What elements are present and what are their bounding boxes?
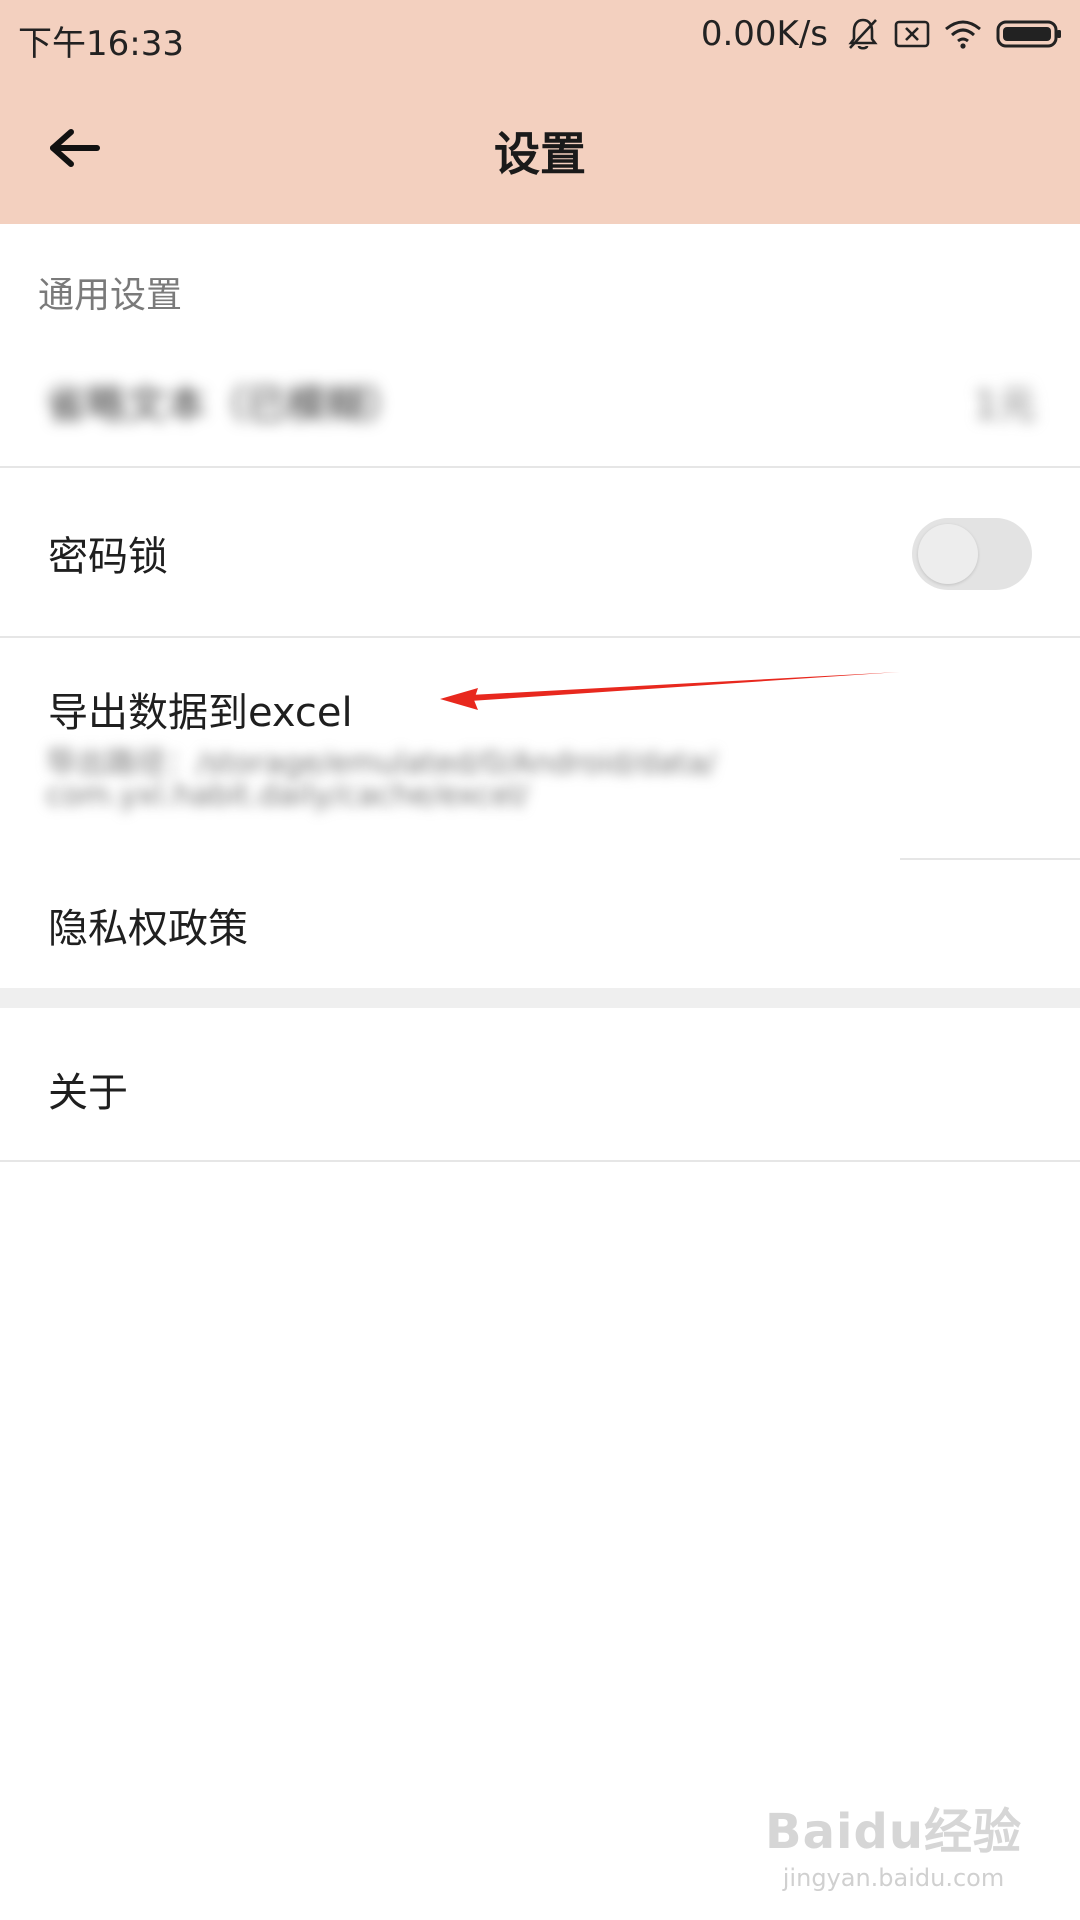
wifi-icon (944, 19, 982, 49)
watermark: Baidu经验 jingyan.baidu.com (765, 1792, 1022, 1892)
app-bar: 设置 (0, 90, 1080, 210)
sim-x-icon (894, 19, 930, 49)
about-label: 关于 (48, 1070, 128, 1116)
status-icons: 0.00K/s (701, 14, 1062, 54)
privacy-label: 隐私权政策 (48, 906, 248, 952)
settings-row-about[interactable]: 关于 (0, 1008, 1080, 1160)
blurred-setting-label: 省略文本（已模糊） (46, 382, 406, 428)
export-path-line2: com.yxl.habit.daily/cache/excel/ (46, 778, 529, 813)
status-bar: 下午16:33 0.00K/s (0, 0, 1080, 74)
settings-row-privacy[interactable]: 隐私权政策 (0, 860, 1080, 988)
export-excel-label: 导出数据到excel (48, 690, 353, 736)
settings-row-export-excel[interactable]: 导出数据到excel 导出路径：/storage/emulated/0/Andr… (0, 638, 1080, 858)
blurred-setting-value: 1元 (973, 383, 1036, 427)
password-lock-label: 密码锁 (48, 534, 168, 580)
divider (0, 1160, 1080, 1162)
watermark-logo: Baidu经验 (765, 1804, 1022, 1860)
network-speed: 0.00K/s (700, 14, 828, 54)
header: 下午16:33 0.00K/s 设置 (0, 0, 1080, 224)
section-separator (0, 988, 1080, 1008)
export-path-line1: 导出路径：/storage/emulated/0/Android/data/ (46, 746, 716, 781)
bell-off-icon (846, 16, 880, 52)
watermark-url: jingyan.baidu.com (782, 1864, 1005, 1892)
status-time: 下午16:33 (18, 24, 184, 64)
settings-row-password-lock[interactable]: 密码锁 (0, 468, 1080, 636)
password-lock-toggle[interactable] (912, 518, 1032, 590)
battery-icon (996, 18, 1062, 50)
page-title: 设置 (494, 127, 586, 181)
toggle-knob (918, 524, 978, 584)
section-title-general: 通用设置 (38, 275, 183, 316)
settings-screen: 下午16:33 0.00K/s 设置 通用设置 省略文本（已模糊） 1元 密码锁… (0, 0, 1080, 1920)
settings-row-blurred[interactable]: 省略文本（已模糊） 1元 (0, 340, 1080, 466)
